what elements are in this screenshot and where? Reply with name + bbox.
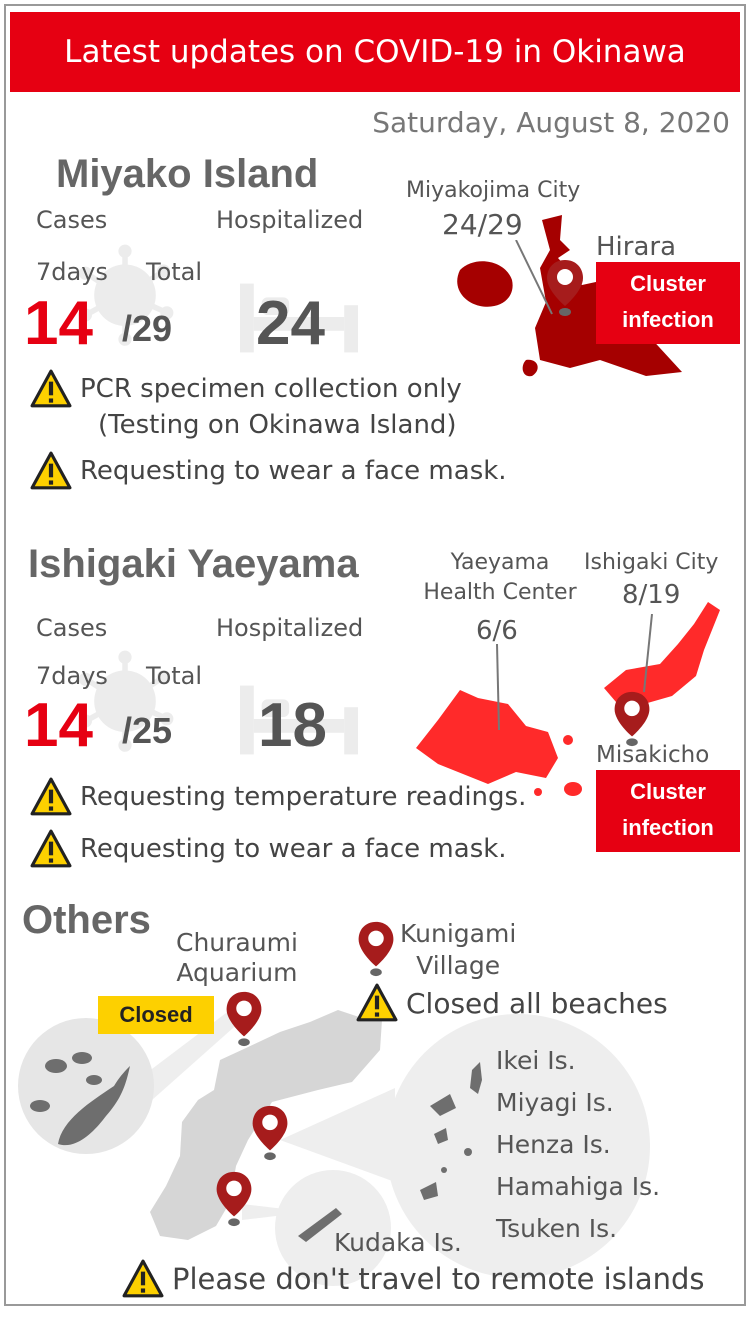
ishigaki-7days-label: 7days <box>36 662 108 690</box>
closed-badge: Closed <box>98 996 214 1034</box>
yaeyama-health-center-count: 6/6 <box>476 616 518 646</box>
warning-icon <box>122 1258 164 1300</box>
ishigaki-city-count: 8/19 <box>622 580 681 610</box>
miyakojima-city-count: 24/29 <box>442 208 523 241</box>
misakicho-label: Misakicho <box>596 742 710 768</box>
map-pin-icon <box>544 258 586 318</box>
ikei-island-label: Ikei Is. <box>496 1046 576 1075</box>
ishigaki-total-label: Total <box>146 662 203 690</box>
pointer-line <box>643 614 653 693</box>
ishigaki-notice-mask: Requesting to wear a face mask. <box>30 828 507 870</box>
ishigaki-section-title: Ishigaki Yaeyama <box>28 542 359 586</box>
ishigaki-cases-label: Cases <box>36 614 108 642</box>
ishigaki-notice-temperature: Requesting temperature readings. <box>30 776 526 818</box>
warning-icon <box>30 776 72 818</box>
islet-mark <box>564 782 582 796</box>
hirara-label: Hirara <box>596 232 677 262</box>
miyako-7days-label: 7days <box>36 258 108 286</box>
miyako-total-cases: /29 <box>122 308 173 349</box>
ishigaki-7day-cases: 14 <box>24 691 93 760</box>
page-title: Latest updates on COVID-19 in Okinawa <box>10 12 740 92</box>
miyako-hospitalized-count: 24 <box>256 289 325 358</box>
miyako-cases-label: Cases <box>36 206 108 234</box>
kunigami-village-label: Kunigami Village <box>400 919 517 980</box>
hamahiga-island-label: Hamahiga Is. <box>496 1172 661 1201</box>
others-section-title: Others <box>22 898 151 942</box>
henza-island-label: Henza Is. <box>496 1130 611 1159</box>
miyako-notice-mask: Requesting to wear a face mask. <box>30 450 507 492</box>
miyako-cluster-badge: Cluster infection <box>596 262 740 344</box>
ishigaki-total-cases: /25 <box>122 710 173 751</box>
churaumi-aquarium-label: Churaumi Aquarium <box>176 928 298 987</box>
yaeyama-health-center-label: Yaeyama Health Center <box>423 550 577 605</box>
tsuken-island-label: Tsuken Is. <box>496 1214 618 1243</box>
miyagi-island-label: Miyagi Is. <box>496 1088 614 1117</box>
kunigami-notice: Closed all beaches <box>356 982 668 1024</box>
ishigaki-city-label: Ishigaki City <box>584 550 719 575</box>
warning-icon <box>356 982 398 1024</box>
warning-icon <box>30 368 72 410</box>
map-pin-icon <box>250 1104 290 1162</box>
miyako-section-title: Miyako Island <box>56 152 319 196</box>
map-pin-icon <box>214 1170 254 1228</box>
miyako-hospitalized-label: Hospitalized <box>216 206 364 234</box>
warning-icon <box>30 828 72 870</box>
travel-notice: Please don't travel to remote islands <box>122 1258 705 1300</box>
miyako-total-label: Total <box>146 258 203 286</box>
miyakojima-city-label: Miyakojima City <box>406 178 581 203</box>
map-pin-icon <box>612 690 652 748</box>
miyako-7day-cases: 14 <box>24 289 93 358</box>
ishigaki-hospitalized-count: 18 <box>258 691 327 760</box>
map-pin-icon <box>224 990 264 1048</box>
miyako-notice-pcr: PCR specimen collection only <box>30 368 462 410</box>
warning-icon <box>30 450 72 492</box>
miyako-notice-testing: (Testing on Okinawa Island) <box>98 410 457 440</box>
map-pin-icon <box>356 920 396 978</box>
pointer-line <box>496 644 500 731</box>
ishigaki-hospitalized-label: Hospitalized <box>216 614 364 642</box>
ishigaki-cluster-badge: Cluster infection <box>596 770 740 852</box>
date-label: Saturday, August 8, 2020 <box>372 106 730 139</box>
kudaka-island-label: Kudaka Is. <box>334 1228 462 1257</box>
